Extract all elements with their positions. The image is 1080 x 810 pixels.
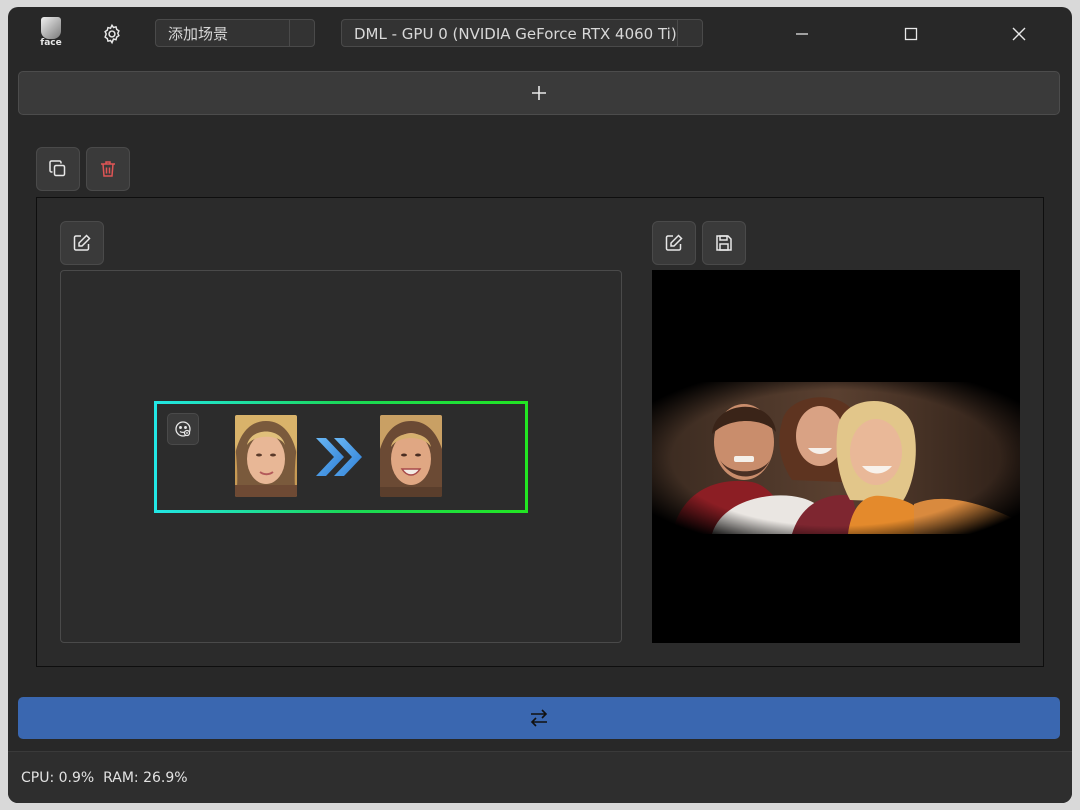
- device-selector-value: DML - GPU 0 (NVIDIA GeForce RTX 4060 Ti): [354, 25, 677, 43]
- close-button[interactable]: [997, 19, 1041, 49]
- plus-icon: [532, 86, 546, 100]
- source-face-thumbnail: [235, 415, 297, 497]
- start-swap-button[interactable]: [18, 697, 1060, 739]
- source-face-area[interactable]: [60, 270, 622, 643]
- close-icon: [1012, 27, 1026, 41]
- title-bar: face 添加场景 DML - GPU 0 (NVIDIA GeForce RT…: [8, 7, 1072, 63]
- swap-arrows-icon: [530, 709, 548, 727]
- scene-selector-value: 添加场景: [168, 25, 229, 43]
- app-window: face 添加场景 DML - GPU 0 (NVIDIA GeForce RT…: [8, 7, 1072, 803]
- edit-source-button[interactable]: [60, 221, 104, 265]
- system-usage: CPU: 0.9% RAM: 26.9%: [21, 770, 188, 786]
- delete-scene-button[interactable]: [86, 147, 130, 191]
- logo-mark: [41, 17, 61, 39]
- double-chevron-right-icon: [316, 438, 362, 476]
- settings-button[interactable]: [96, 19, 128, 49]
- scene-selector[interactable]: 添加场景: [155, 19, 315, 47]
- result-preview: [652, 270, 1020, 643]
- minimize-icon: [796, 33, 808, 35]
- save-icon: [716, 235, 732, 251]
- maximize-button[interactable]: [889, 19, 933, 49]
- maximize-icon: [904, 27, 918, 41]
- edit-icon: [73, 234, 91, 251]
- scene-panel: [36, 197, 1044, 667]
- save-result-button[interactable]: [702, 221, 746, 265]
- face-mapping-box[interactable]: [154, 401, 528, 513]
- face-icon: [175, 421, 191, 437]
- face-options-button[interactable]: [167, 413, 199, 445]
- result-photo: [652, 382, 1020, 534]
- gear-icon: [104, 23, 120, 45]
- cpu-usage: CPU: 0.9%: [21, 770, 95, 786]
- trash-icon: [101, 161, 115, 177]
- target-face-thumbnail: [380, 415, 442, 497]
- edit-icon: [665, 234, 683, 251]
- copy-icon: [49, 160, 66, 177]
- add-scene-button[interactable]: [18, 71, 1060, 115]
- app-logo: face: [38, 17, 64, 53]
- status-bar: CPU: 0.9% RAM: 26.9%: [8, 751, 1072, 803]
- ram-usage: RAM: 26.9%: [103, 770, 188, 786]
- scene-selector-divider: [289, 20, 290, 46]
- copy-scene-button[interactable]: [36, 147, 80, 191]
- device-selector-divider: [677, 20, 678, 46]
- logo-text: face: [40, 38, 62, 48]
- edit-target-button[interactable]: [652, 221, 696, 265]
- minimize-button[interactable]: [780, 19, 824, 49]
- device-selector[interactable]: DML - GPU 0 (NVIDIA GeForce RTX 4060 Ti): [341, 19, 703, 47]
